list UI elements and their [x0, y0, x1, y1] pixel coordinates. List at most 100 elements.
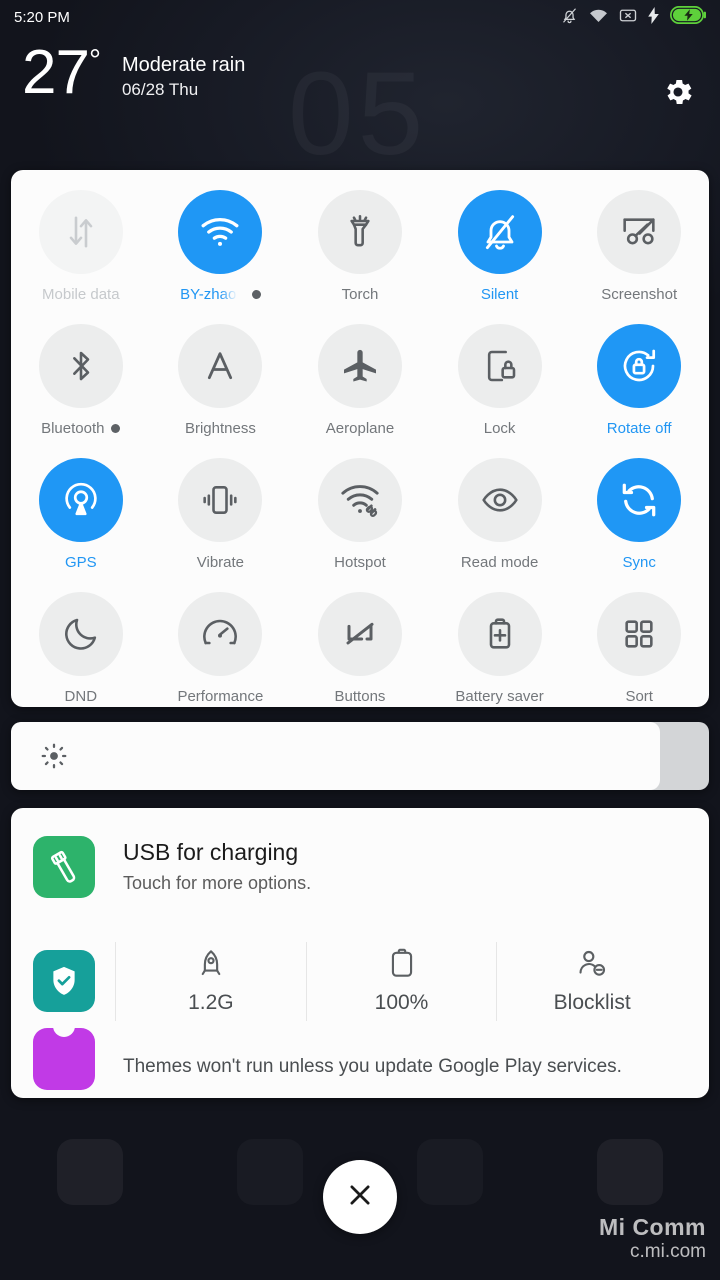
qs-tile-bluetooth[interactable]: Bluetooth — [11, 318, 151, 452]
hotspot-icon — [317, 458, 402, 542]
stat-memory-value: 1.2G — [188, 990, 234, 1014]
no-sim-icon — [619, 8, 637, 27]
scissors-icon — [597, 190, 682, 274]
torch-icon — [317, 190, 402, 274]
qs-tile-label-wrap: Brightness — [185, 420, 256, 437]
battery-icon — [388, 948, 416, 985]
themes-notification-text: Themes won't run unless you update Googl… — [123, 1056, 622, 1077]
battery-charging-icon — [669, 5, 706, 28]
settings-gear-button[interactable] — [658, 74, 698, 114]
charging-bolt-icon — [648, 6, 659, 28]
notification-security[interactable]: 1.2G 100% Blocklist — [11, 926, 709, 1036]
qs-tile-sync[interactable]: Sync — [569, 452, 709, 586]
status-bar-icons — [561, 5, 706, 28]
qs-tile-dnd[interactable]: DND — [11, 586, 151, 720]
status-bar-clock: 5:20 PM — [14, 8, 70, 26]
qs-tile-vibrate[interactable]: Vibrate — [151, 452, 291, 586]
qs-tile-read-mode[interactable]: Read mode — [430, 452, 570, 586]
qs-tile-label-wrap: GPS — [65, 554, 97, 571]
person-block-icon — [576, 948, 608, 985]
qs-tile-status-dot — [251, 290, 261, 299]
qs-tile-buttons[interactable]: Buttons — [290, 586, 430, 720]
qs-tile-label-wrap: Sync — [623, 554, 656, 571]
qs-tile-sort[interactable]: Sort — [569, 586, 709, 720]
qs-tile-lock[interactable]: Lock — [430, 318, 570, 452]
qs-tile-label: Torch — [341, 286, 379, 303]
qs-tile-label-wrap: Vibrate — [197, 554, 244, 571]
qs-tile-mobile-data[interactable]: Mobile data — [11, 184, 151, 318]
qs-tile-performance[interactable]: Performance — [151, 586, 291, 720]
buttons-icon — [317, 592, 402, 676]
vibrate-icon — [178, 458, 263, 542]
ghost-icon-phone — [57, 1139, 123, 1205]
qs-tile-silent[interactable]: Silent — [430, 184, 570, 318]
qs-tile-label-wrap: Rotate off — [607, 420, 672, 437]
mobile-data-icon — [38, 190, 123, 274]
notifications-off-icon — [561, 7, 578, 28]
qs-tile-label-wrap: Buttons — [335, 688, 386, 705]
qs-tile-gps[interactable]: GPS — [11, 452, 151, 586]
qs-tile-label: Rotate off — [606, 420, 672, 437]
qs-tile-label: Aeroplane — [325, 420, 395, 437]
close-icon — [345, 1180, 375, 1215]
weather-header: 27° Moderate rain 06/28 Thu — [0, 42, 720, 149]
qs-tile-label: Hotspot — [334, 554, 386, 571]
rocket-icon — [195, 948, 227, 985]
qs-tile-rotate-off[interactable]: Rotate off — [569, 318, 709, 452]
watermark: Mi Comm c.mi.com — [599, 1214, 706, 1262]
qs-tile-torch[interactable]: Torch — [290, 184, 430, 318]
usb-notification-text: USB for charging Touch for more options. — [123, 838, 311, 896]
notifications-card: USB for charging Touch for more options. — [11, 808, 709, 1098]
qs-tile-brightness[interactable]: Brightness — [151, 318, 291, 452]
screen-lock-icon — [457, 324, 542, 408]
ghost-icon-camera — [597, 1139, 663, 1205]
gear-icon — [661, 75, 695, 114]
notification-themes[interactable]: Themes won't run unless you update Googl… — [11, 1026, 709, 1098]
themes-icon — [33, 1026, 95, 1090]
stat-memory-cleaner[interactable]: 1.2G — [115, 941, 306, 1021]
notification-usb[interactable]: USB for charging Touch for more options. — [11, 808, 709, 926]
speedometer-icon — [178, 592, 263, 676]
qs-tile-label: Mobile data — [42, 286, 120, 303]
bluetooth-icon — [38, 324, 123, 408]
eye-icon — [457, 458, 542, 542]
qs-tile-label-wrap: DND — [65, 688, 98, 705]
qs-tile-label-wrap: Hotspot — [334, 554, 386, 571]
qs-tile-label-wrap: Lock — [484, 420, 516, 437]
qs-tile-by-zhaop[interactable]: BY-zhaop — [151, 184, 291, 318]
bell-off-icon — [457, 190, 542, 274]
qs-tile-label: Lock — [483, 420, 516, 437]
qs-tile-label: Bluetooth — [41, 420, 105, 437]
location-icon — [38, 458, 123, 542]
qs-tile-battery-saver[interactable]: Battery saver — [430, 586, 570, 720]
qs-tile-screenshot[interactable]: Screenshot — [569, 184, 709, 318]
qs-tile-label: Brightness — [184, 420, 256, 437]
wifi-icon — [178, 190, 263, 274]
qs-tile-label-wrap: BY-zhaop — [180, 286, 261, 303]
qs-tile-label: Vibrate — [196, 554, 245, 571]
auto-brightness-icon — [178, 324, 263, 408]
qs-tile-hotspot[interactable]: Hotspot — [290, 452, 430, 586]
qs-tile-label: Read mode — [460, 554, 539, 571]
security-stats: 1.2G 100% Blocklist — [115, 941, 687, 1021]
stat-blocklist[interactable]: Blocklist — [496, 941, 687, 1021]
qs-tile-label: Sort — [625, 688, 653, 705]
airplane-icon — [317, 324, 402, 408]
close-shade-button[interactable] — [323, 1160, 397, 1234]
qs-tile-aeroplane[interactable]: Aeroplane — [290, 318, 430, 452]
stat-battery-status[interactable]: 100% — [305, 941, 497, 1021]
ghost-icon-browser — [417, 1139, 483, 1205]
brightness-sun-icon — [41, 743, 67, 769]
rotate-lock-icon — [597, 324, 682, 408]
qs-tile-label: Sync — [622, 554, 656, 571]
stat-battery-value: 100% — [374, 990, 429, 1014]
degree-symbol: ° — [88, 44, 101, 77]
brightness-slider[interactable] — [11, 722, 709, 790]
qs-tile-label: BY-zhaop — [180, 286, 245, 303]
notification-shade-screen: 05 5:20 PM — [0, 0, 720, 1280]
qs-tile-label: Silent — [480, 286, 519, 303]
qs-tile-label: DND — [64, 688, 98, 705]
qs-tile-label-wrap: Torch — [342, 286, 379, 303]
usb-notification-subtitle: Touch for more options. — [123, 872, 312, 893]
qs-tile-status-dot — [111, 424, 121, 433]
